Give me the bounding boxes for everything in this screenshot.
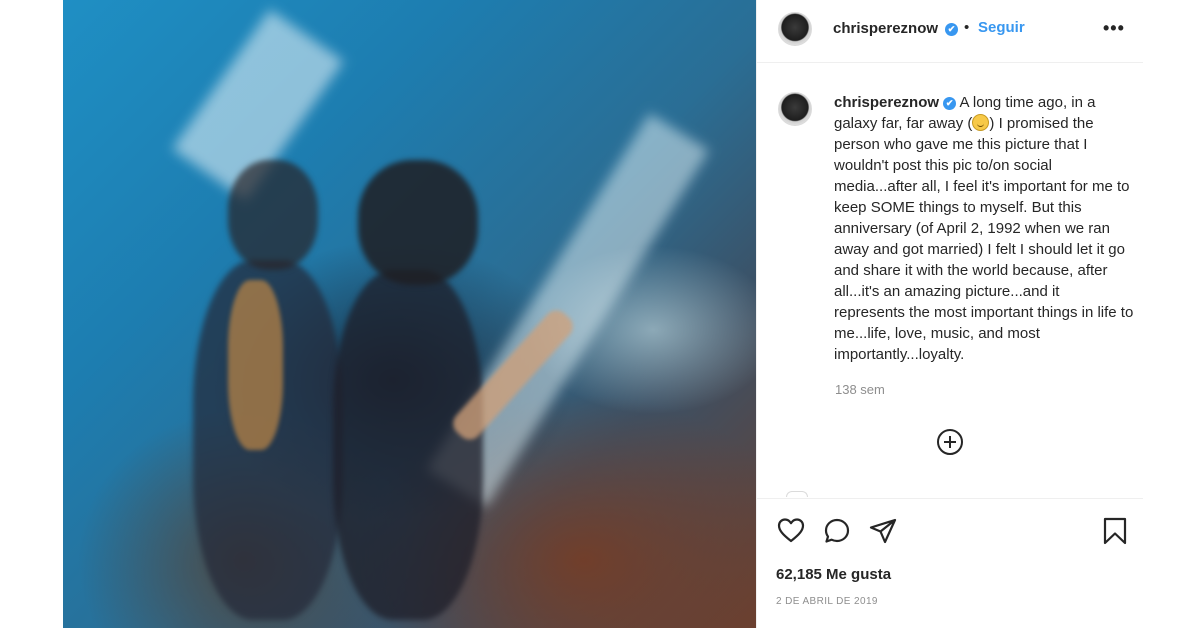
follow-button[interactable]: Seguir [978,19,1025,36]
verified-badge-icon: ✔ [945,23,958,36]
comment-avatar-peek [786,491,808,497]
bookmark-icon[interactable] [1100,516,1130,546]
post-header: chrispereznow ✔ • Seguir ••• [757,0,1143,63]
post-side-panel: chrispereznow ✔ • Seguir ••• chrisperezn… [756,0,1143,628]
figure-man [333,270,483,620]
wink-emoji-icon [972,114,990,131]
header-username[interactable]: chrispereznow [833,20,938,37]
figure-man-head [358,160,478,285]
verified-badge-icon: ✔ [943,97,957,110]
divider [757,498,1143,499]
post-photo[interactable] [63,0,756,628]
avatar[interactable] [778,12,812,46]
caption-username[interactable]: chrispereznow [834,94,939,111]
likes-count[interactable]: 62,185 Me gusta [776,566,891,583]
heart-icon[interactable] [776,516,806,546]
post-date[interactable]: 2 DE ABRIL DE 2019 [776,596,878,607]
figure-woman-head [228,160,318,270]
more-options-icon[interactable]: ••• [1103,18,1125,39]
separator-dot: • [964,19,970,36]
caption-text-end: ) I promised the person who gave me this… [834,115,1134,363]
plus-circle-icon[interactable] [937,429,963,455]
bag-shape [228,280,283,450]
post-time-ago[interactable]: 138 sem [835,382,885,397]
post-caption: chrispereznow ✔ A long time ago, in a ga… [834,92,1134,365]
comment-icon[interactable] [822,516,852,546]
paper-plane-icon[interactable] [868,516,898,546]
caption-avatar[interactable] [778,92,812,126]
